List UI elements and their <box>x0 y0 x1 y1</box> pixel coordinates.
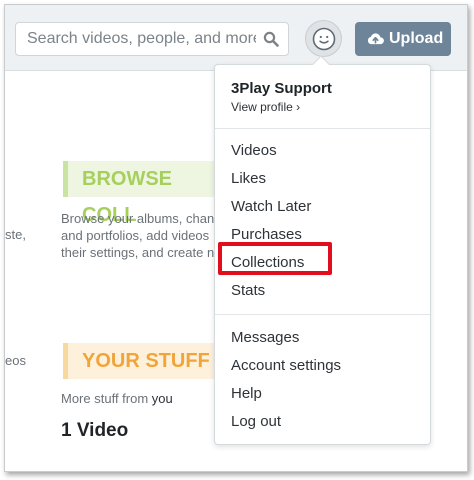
menu-item-account-settings[interactable]: Account settings <box>231 356 341 376</box>
browse-description-line: Browse your albums, chan <box>61 211 215 226</box>
view-profile-link[interactable]: View profile › <box>231 100 300 114</box>
menu-item-log-out[interactable]: Log out <box>231 412 281 432</box>
avatar-button[interactable] <box>305 20 342 57</box>
search-icon[interactable] <box>263 31 279 47</box>
menu-divider <box>215 314 430 315</box>
avatar-face-icon <box>312 27 336 51</box>
top-navigation-bar: Upload <box>5 5 467 71</box>
cloud-upload-icon <box>367 33 384 45</box>
browse-description-line: their settings, and create n <box>61 245 215 260</box>
menu-item-watch-later[interactable]: Watch Later <box>231 197 311 217</box>
video-count: 1 Video <box>61 420 129 441</box>
clipped-text: ste, <box>5 227 26 242</box>
account-name: 3Play Support <box>231 80 332 97</box>
menu-item-likes[interactable]: Likes <box>231 169 266 189</box>
browse-description-line: and portfolios, add videos <box>61 228 210 243</box>
search-input[interactable] <box>16 23 256 55</box>
more-stuff-text: More stuff from you <box>61 391 173 406</box>
menu-item-help[interactable]: Help <box>231 384 262 404</box>
search-box <box>15 22 289 56</box>
upload-button[interactable]: Upload <box>355 22 451 56</box>
app-window: Upload BROWSE COLL Browse your albums, c… <box>4 4 468 472</box>
more-stuff-prefix: More stuff from <box>61 391 152 406</box>
collections-highlight-box <box>218 242 332 275</box>
browse-collections-heading: BROWSE COLL <box>63 161 223 226</box>
menu-divider <box>215 128 430 129</box>
more-stuff-you-link[interactable]: you <box>152 391 173 406</box>
upload-label: Upload <box>389 30 444 47</box>
menu-item-videos[interactable]: Videos <box>231 141 277 161</box>
clipped-text: eos <box>5 353 26 368</box>
menu-item-stats[interactable]: Stats <box>231 281 265 301</box>
your-stuff-heading: YOUR STUFF <box>63 343 223 379</box>
user-dropdown-menu: 3Play Support View profile › Videos Like… <box>214 55 431 445</box>
menu-item-messages[interactable]: Messages <box>231 328 299 348</box>
